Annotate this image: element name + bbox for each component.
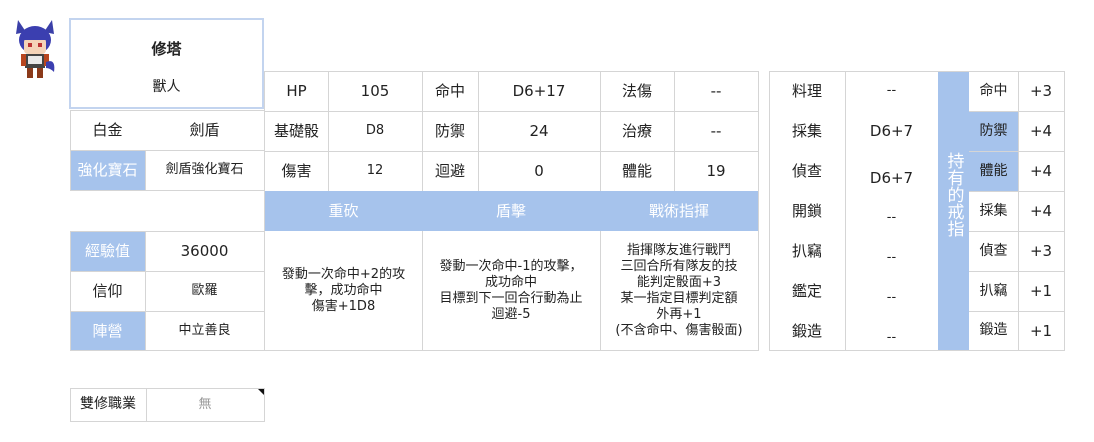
life-skill-label-3: 偵查 <box>791 162 822 180</box>
life-skill-label-4: 開鎖 <box>791 202 822 220</box>
alignment-value: 中立善良 <box>178 322 231 338</box>
life-skill-value-6: -- <box>886 290 897 306</box>
character-avatar <box>10 18 60 82</box>
stat-magic-value: -- <box>710 82 722 100</box>
ring-value-3: +4 <box>1029 162 1053 180</box>
rings-title: 持有的戒指 <box>943 152 964 237</box>
exp-label: 經驗值 <box>70 231 145 271</box>
faith-label: 信仰 <box>92 282 123 300</box>
stat-hit-label: 命中 <box>434 82 465 100</box>
life-skill-value-4: -- <box>886 210 897 226</box>
life-skill-label-7: 鍛造 <box>791 321 822 340</box>
stat-defense-value: 24 <box>529 122 549 140</box>
stat-damage-label: 傷害 <box>281 162 312 180</box>
dual-class-value[interactable]: 無 <box>146 388 264 421</box>
ring-label-3: 體能 <box>969 151 1018 191</box>
stat-evasion-label: 迴避 <box>434 162 465 180</box>
life-skill-label-2: 採集 <box>791 122 822 140</box>
stat-magic-label: 法傷 <box>621 82 652 100</box>
stat-stamina-label: 體能 <box>621 162 652 180</box>
ring-value-5: +3 <box>1029 242 1053 260</box>
stat-evasion-value: 0 <box>534 162 544 180</box>
dropdown-corner-icon <box>257 388 264 395</box>
gem-value: 劍盾強化寶石 <box>165 162 244 178</box>
stat-hp-value: 105 <box>360 82 390 100</box>
ring-label-7: 鍛造 <box>979 322 1008 339</box>
stat-heal-value: -- <box>710 122 722 140</box>
skill-name-1: 重砍 <box>328 202 359 220</box>
faith-value: 歐羅 <box>191 283 218 299</box>
ring-label-1: 命中 <box>979 82 1008 99</box>
skill-name-3: 戰術指揮 <box>648 202 709 220</box>
ring-label-4: 採集 <box>979 202 1008 219</box>
gem-label: 強化寶石 <box>70 150 145 190</box>
ring-label-2: 防禦 <box>969 111 1018 151</box>
stat-defense-label: 防禦 <box>434 122 465 140</box>
class-value: 劍盾 <box>189 121 220 139</box>
skill-desc-1: 發動一次命中+2的攻 擊，成功命中 傷害+1D8 <box>281 266 406 314</box>
stat-damage-value: 12 <box>366 163 384 179</box>
life-skill-value-3: D6+7 <box>869 169 914 187</box>
life-skill-value-7: -- <box>886 329 897 345</box>
character-race: 獸人 <box>152 79 181 95</box>
ring-label-5: 偵查 <box>979 242 1008 259</box>
stat-dice-label: 基礎骰 <box>273 122 319 140</box>
life-skill-value-5: -- <box>886 250 897 266</box>
ring-value-7: +1 <box>1029 321 1053 340</box>
skill-desc-3: 指揮隊友進行戰鬥 三回合所有隊友的技 能判定骰面+3 某一指定目標判定額 外再+… <box>615 242 743 338</box>
alignment-label: 陣營 <box>70 311 145 350</box>
character-name-card: 修塔 獸人 <box>69 18 264 109</box>
ring-label-6: 扒竊 <box>979 282 1008 299</box>
rank-value: 白金 <box>92 121 123 139</box>
character-name: 修塔 <box>151 40 182 58</box>
skill-name-2: 盾擊 <box>495 202 526 220</box>
exp-value: 36000 <box>180 242 229 260</box>
stat-hit-value: D6+17 <box>512 82 566 100</box>
stat-stamina-value: 19 <box>706 162 726 180</box>
skill-desc-2: 發動一次命中-1的攻擊， 成功命中 目標到下一回合行動為止 迴避-5 <box>439 258 583 322</box>
stat-dice-value: D8 <box>365 123 385 139</box>
dual-class-label: 雙修職業 <box>80 396 136 413</box>
ring-value-1: +3 <box>1029 82 1053 100</box>
life-skill-label-1: 料理 <box>791 82 822 100</box>
life-skill-value-2: D6+7 <box>869 122 914 140</box>
ring-value-6: +1 <box>1029 282 1053 300</box>
life-skill-value-1: -- <box>886 83 897 99</box>
ring-value-2: +4 <box>1029 122 1053 140</box>
life-skill-label-6: 鑑定 <box>791 282 822 300</box>
ring-value-4: +4 <box>1029 202 1053 220</box>
stat-heal-label: 治療 <box>621 122 652 140</box>
life-skill-label-5: 扒竊 <box>791 242 822 260</box>
stat-hp-label: HP <box>286 82 307 100</box>
